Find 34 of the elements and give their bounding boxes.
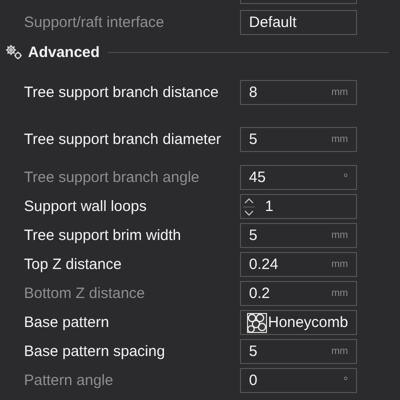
setting-label: Base pattern spacing [24, 342, 166, 362]
setting-label: Bottom Z distance [24, 284, 146, 304]
text-field[interactable]: Default [240, 10, 357, 35]
unit-label: mm [331, 87, 348, 98]
setting-label: Support wall loops [24, 196, 148, 216]
setting-label: Top Z distance [24, 254, 123, 274]
pattern-dropdown[interactable]: Honeycomb [240, 310, 357, 335]
setting-label: Support/raft interface [24, 12, 166, 32]
setting-label: Base pattern [24, 312, 110, 332]
setting-label: Tree support brim width [24, 226, 182, 246]
honeycomb-icon [247, 312, 267, 332]
unit-label: ° [343, 374, 348, 388]
setting-label: Tree support branch angle [24, 168, 200, 188]
number-field[interactable]: 0.24 mm [240, 252, 357, 277]
number-field[interactable]: 8 mm [240, 80, 357, 105]
setting-label: Tree support branch diameter [24, 130, 222, 150]
gears-icon [5, 44, 23, 60]
number-field[interactable]: 5 mm [240, 339, 357, 364]
number-field[interactable]: 45 ° [240, 165, 357, 190]
setting-label: Tree support branch distance [24, 82, 220, 102]
number-field[interactable]: 5 mm [240, 223, 357, 248]
unit-label: ° [343, 170, 348, 184]
spinner-arrows-icon[interactable] [243, 196, 255, 218]
spin-field[interactable]: 1 [240, 194, 357, 219]
number-field[interactable]: 0 ° [240, 368, 357, 393]
unit-label: mm [331, 230, 348, 241]
unit-label: mm [331, 288, 348, 299]
setting-label: Pattern angle [24, 370, 114, 390]
number-field[interactable]: 0.2 mm [240, 281, 357, 306]
unit-label: mm [331, 259, 348, 270]
section-title: Advanced [28, 44, 100, 60]
unit-label: mm [331, 134, 348, 145]
number-field[interactable]: 5 mm [240, 127, 357, 152]
unit-label: mm [331, 346, 348, 357]
